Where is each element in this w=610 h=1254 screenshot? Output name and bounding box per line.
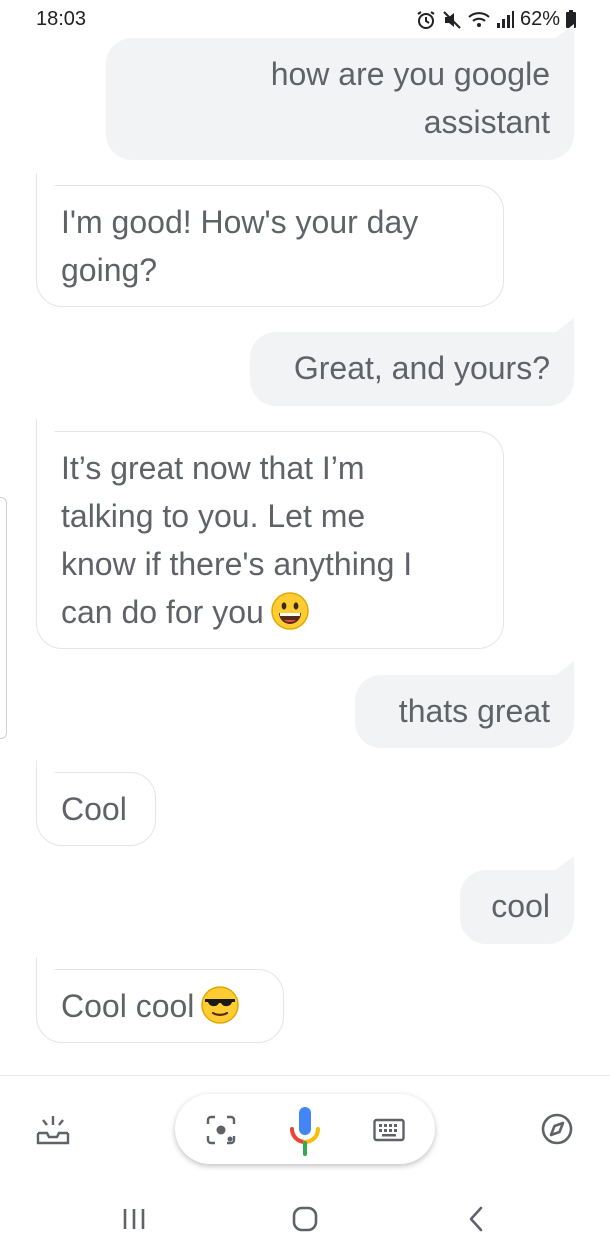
edge-panel-handle[interactable] (0, 497, 7, 739)
assistant-bottom-bar (0, 1076, 610, 1186)
battery-percent: 62% (519, 8, 560, 30)
user-message: cool (460, 870, 574, 944)
lens-icon[interactable] (203, 1112, 239, 1148)
recent-apps-icon[interactable] (116, 1204, 152, 1234)
user-message: how are you google assistant (106, 38, 574, 160)
explore-compass-icon[interactable] (538, 1110, 576, 1148)
wifi-icon (468, 11, 490, 29)
message-text: Cool cool (61, 988, 195, 1024)
message-text: Great, and yours? (293, 350, 550, 386)
assistant-message: Cool cool (36, 969, 284, 1043)
home-icon[interactable] (286, 1202, 324, 1236)
message-text: cool (491, 888, 550, 924)
keyboard-icon[interactable] (369, 1114, 409, 1146)
message-text: I'm good! How's your day going? (61, 204, 419, 288)
assistant-message: It’s great now that I’m talking to you. … (36, 431, 504, 649)
status-time: 18:03 (36, 8, 87, 30)
grinning-face-emoji (270, 591, 310, 644)
input-pill (175, 1094, 435, 1164)
system-nav-bar (0, 1186, 610, 1254)
message-text: It’s great now that I’m talking to you. … (61, 450, 413, 630)
battery-icon (566, 9, 576, 28)
back-icon[interactable] (460, 1202, 492, 1236)
user-message: thats great (355, 675, 574, 748)
updates-tray-icon[interactable] (32, 1112, 74, 1148)
sunglasses-face-emoji (200, 985, 240, 1038)
status-bar: 18:03 62% (0, 0, 610, 40)
message-text: thats great (398, 693, 550, 729)
assistant-message: Cool (36, 772, 156, 846)
message-text: how are you google assistant (270, 56, 550, 140)
message-text: Cool (61, 791, 127, 827)
alarm-icon (416, 10, 436, 30)
assistant-message: I'm good! How's your day going? (36, 185, 504, 307)
user-message: Great, and yours? (250, 332, 574, 406)
microphone-icon[interactable] (285, 1104, 325, 1158)
status-icons: 62% (416, 8, 576, 31)
mute-icon (442, 10, 462, 30)
signal-icon (496, 10, 514, 29)
